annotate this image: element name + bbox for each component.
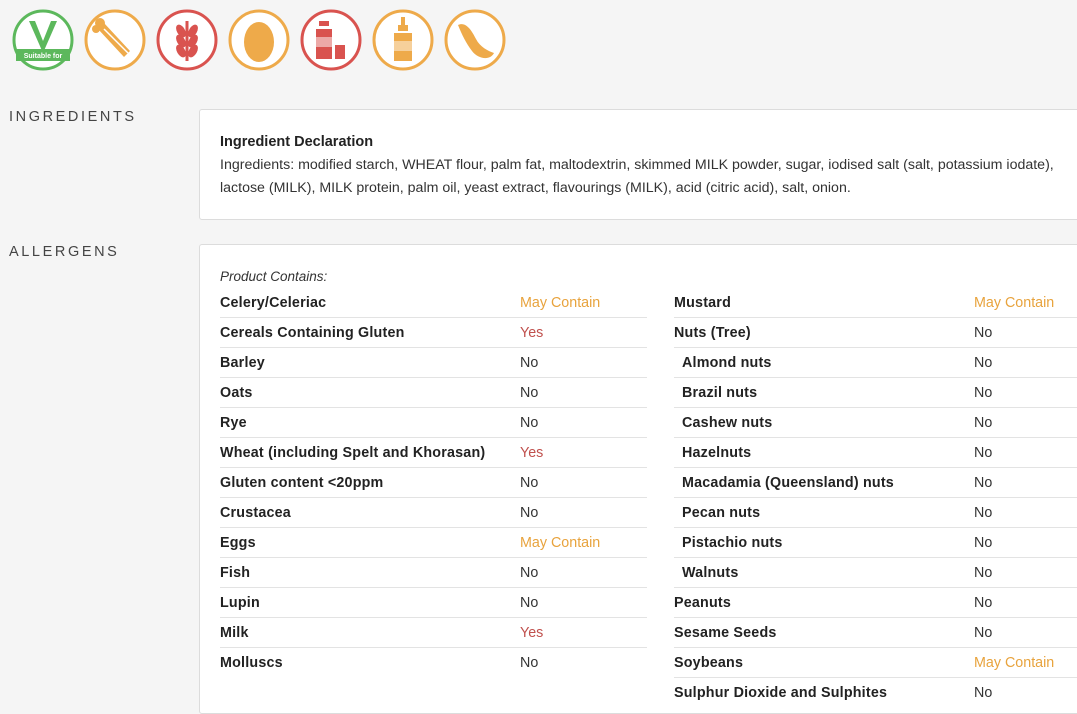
allergen-row: Macadamia (Queensland) nuts No <box>674 468 1077 498</box>
allergen-row: Walnuts No <box>674 558 1077 588</box>
allergen-name: Celery/Celeriac <box>220 295 327 311</box>
allergen-status: No <box>974 505 993 521</box>
allergen-status: No <box>520 565 539 581</box>
allergen-name: Pecan nuts <box>682 505 761 521</box>
allergen-status: No <box>520 595 539 611</box>
allergen-row: Brazil nuts No <box>674 378 1077 408</box>
allergen-status: Yes <box>520 325 544 341</box>
allergen-row: Pistachio nuts No <box>674 528 1077 558</box>
allergen-name: Soybeans <box>674 655 744 671</box>
allergen-row: Mustard May Contain <box>674 288 1077 318</box>
ingredient-declaration-title: Ingredient Declaration <box>220 134 374 150</box>
product-contains-label: Product Contains: <box>220 269 328 284</box>
allergen-row: Barley No <box>220 348 647 378</box>
allergen-status: No <box>974 535 993 551</box>
allergen-status: No <box>520 505 539 521</box>
allergen-name: Lupin <box>220 595 260 611</box>
allergen-status: No <box>974 565 993 581</box>
allergen-row: Wheat (including Spelt and Khorasan) Yes <box>220 438 647 468</box>
allergen-status: No <box>974 445 993 461</box>
allergen-status: No <box>974 475 993 491</box>
allergen-name: Mustard <box>674 295 732 311</box>
soybean-icon <box>444 9 506 71</box>
allergen-row: Crustacea No <box>220 498 647 528</box>
allergen-name: Cashew nuts <box>682 415 773 431</box>
allergen-name: Barley <box>220 355 265 371</box>
celery-icon <box>84 9 146 71</box>
allergen-row: Pecan nuts No <box>674 498 1077 528</box>
allergen-row: Gluten content <20ppm No <box>220 468 647 498</box>
allergen-name: Peanuts <box>674 595 732 611</box>
allergen-name: Brazil nuts <box>682 385 758 401</box>
allergen-status: No <box>520 475 539 491</box>
ingredients-card: Ingredient Declaration Ingredients: modi… <box>199 109 1077 220</box>
milk-icon <box>300 9 362 71</box>
allergen-status: No <box>974 685 993 701</box>
allergen-status: May Contain <box>974 655 1055 671</box>
allergen-status: No <box>520 385 539 401</box>
allergen-row: Almond nuts No <box>674 348 1077 378</box>
allergen-row: Cashew nuts No <box>674 408 1077 438</box>
allergen-status: No <box>974 625 993 641</box>
allergen-name: Sesame Seeds <box>674 625 777 641</box>
allergens-section-label: ALLERGENS <box>9 244 120 260</box>
wheat-icon <box>156 9 218 71</box>
allergen-name: Oats <box>220 385 253 401</box>
allergen-row: Sesame Seeds No <box>674 618 1077 648</box>
allergen-name: Hazelnuts <box>682 445 752 461</box>
allergen-name: Crustacea <box>220 505 291 521</box>
allergen-row: Fish No <box>220 558 647 588</box>
allergen-name: Gluten content <20ppm <box>220 475 384 491</box>
allergen-name: Fish <box>220 565 251 581</box>
allergen-name: Almond nuts <box>682 355 772 371</box>
allergen-status: May Contain <box>974 295 1055 311</box>
allergens-right-column: Mustard May Contain Nuts (Tree) No Almond nu… <box>674 288 1077 707</box>
ingredient-declaration-text: Ingredients: modified starch, WHEAT flou… <box>220 157 1054 196</box>
allergen-row: Molluscs No <box>220 648 647 677</box>
allergen-name: Molluscs <box>220 655 283 671</box>
suitable-for-vegetarians-icon: Suitable for <box>12 9 74 71</box>
allergen-status: May Contain <box>520 535 601 551</box>
allergens-card: Product Contains: Celery/Celeriac May Con… <box>199 244 1077 714</box>
allergen-name: Eggs <box>220 535 256 551</box>
allergen-name: Pistachio nuts <box>682 535 783 551</box>
allergen-name: Macadamia (Queensland) nuts <box>682 475 894 491</box>
ingredients-section-label: INGREDIENTS <box>9 109 137 125</box>
allergen-row: Soybeans May Contain <box>674 648 1077 678</box>
allergen-name: Walnuts <box>682 565 739 581</box>
allergens-left-column: Celery/Celeriac May Contain Cereals Contai… <box>220 288 647 677</box>
allergen-row: Oats No <box>220 378 647 408</box>
allergen-status: No <box>974 415 993 431</box>
allergen-status: No <box>974 325 993 341</box>
allergen-row: Sulphur Dioxide and Sulphites No <box>674 678 1077 707</box>
allergen-status: Yes <box>520 445 544 461</box>
allergen-row: Milk Yes <box>220 618 647 648</box>
allergen-status: No <box>974 355 993 371</box>
allergen-status: Yes <box>520 625 544 641</box>
allergen-status: No <box>520 655 539 671</box>
allergen-name: Wheat (including Spelt and Khorasan) <box>220 445 486 461</box>
allergen-row: Rye No <box>220 408 647 438</box>
allergen-row: Peanuts No <box>674 588 1077 618</box>
allergen-status: No <box>520 415 539 431</box>
allergen-name: Milk <box>220 625 249 641</box>
allergen-row: Celery/Celeriac May Contain <box>220 288 647 318</box>
allergen-row: Lupin No <box>220 588 647 618</box>
allergen-name: Cereals Containing Gluten <box>220 325 405 341</box>
allergen-row: Eggs May Contain <box>220 528 647 558</box>
allergen-name: Rye <box>220 415 247 431</box>
allergen-row: Hazelnuts No <box>674 438 1077 468</box>
allergen-row: Nuts (Tree) No <box>674 318 1077 348</box>
suitable-for-label: Suitable for <box>24 53 63 60</box>
allergen-row: Cereals Containing Gluten Yes <box>220 318 647 348</box>
allergen-name: Sulphur Dioxide and Sulphites <box>674 685 888 701</box>
allergen-status: No <box>974 385 993 401</box>
allergen-status: May Contain <box>520 295 601 311</box>
egg-icon <box>228 9 290 71</box>
allergen-status: No <box>520 355 539 371</box>
mustard-icon <box>372 9 434 71</box>
allergen-status: No <box>974 595 993 611</box>
allergen-name: Nuts (Tree) <box>674 325 751 341</box>
